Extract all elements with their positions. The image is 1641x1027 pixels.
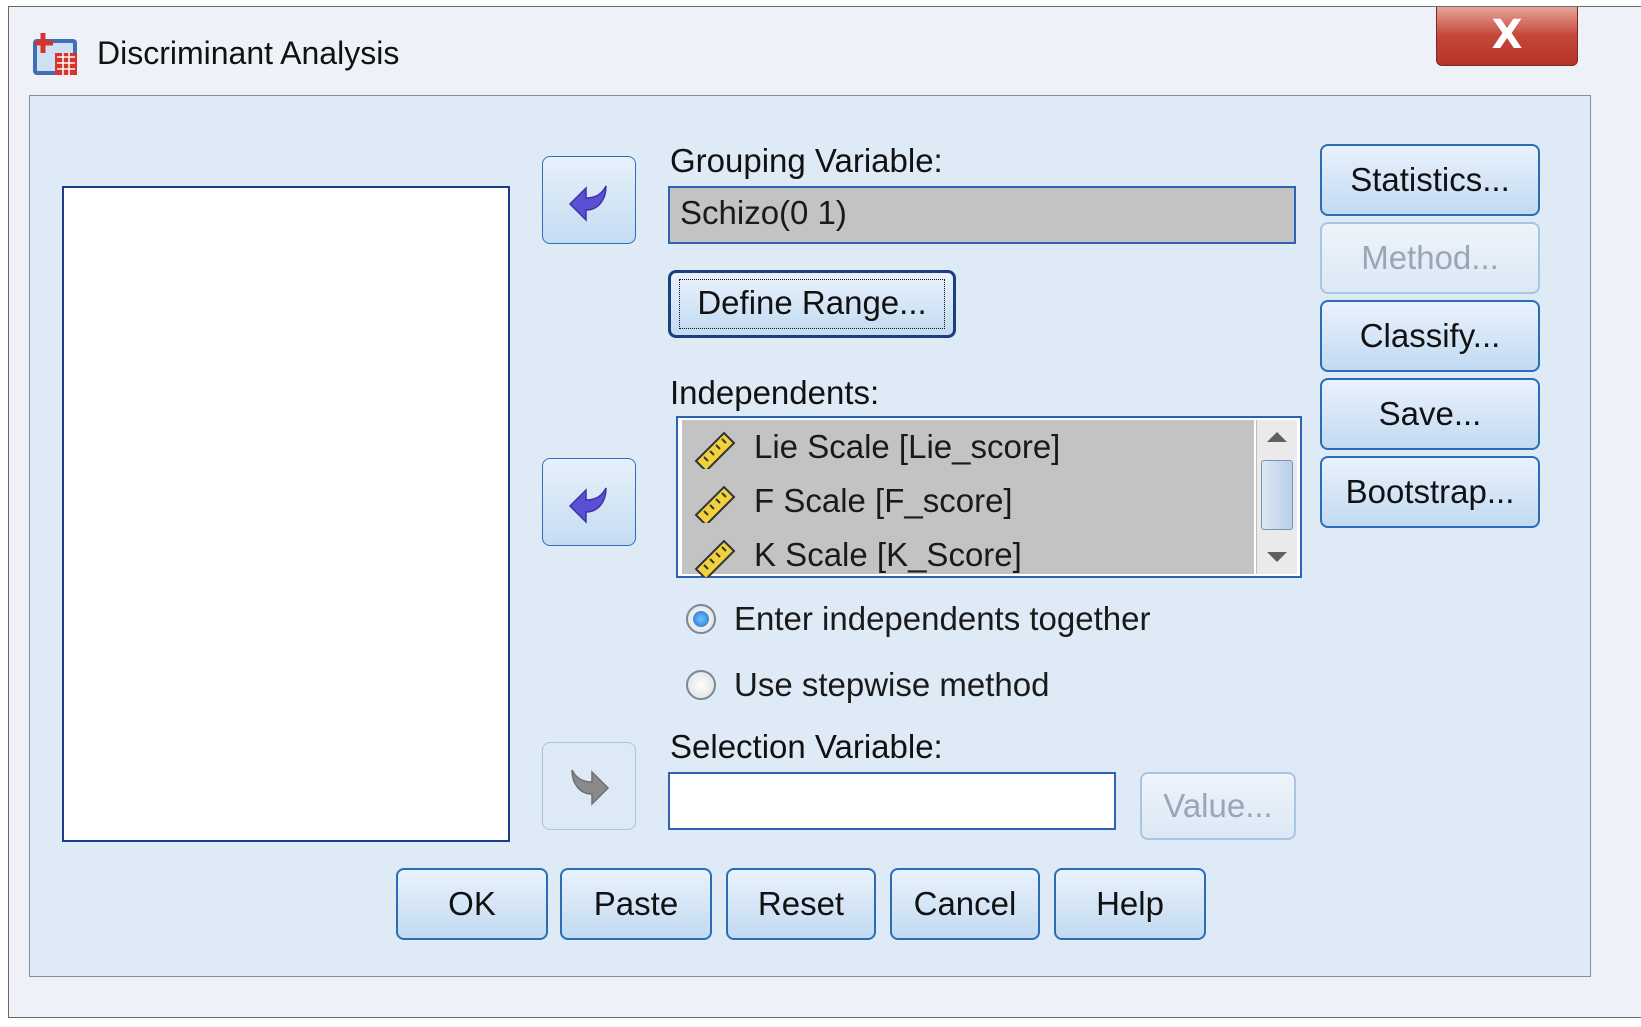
list-item[interactable]: K Scale [K_Score]: [692, 528, 1022, 582]
selection-variable-field[interactable]: [668, 772, 1116, 830]
value-button[interactable]: Value...: [1140, 772, 1296, 840]
independents-list[interactable]: Lie Scale [Lie_score] F Scale [F_score] …: [676, 416, 1302, 578]
grouping-variable-field[interactable]: Schizo(0 1): [668, 186, 1296, 244]
list-item-label: F Scale [F_score]: [754, 482, 1013, 519]
list-item-label: K Scale [K_Score]: [754, 536, 1022, 573]
reset-button[interactable]: Reset: [726, 868, 876, 940]
scale-ruler-icon: [694, 431, 736, 469]
enter-together-radio[interactable]: Enter independents together: [686, 600, 1150, 638]
spss-app-icon: [33, 33, 77, 75]
paste-button[interactable]: Paste: [560, 868, 712, 940]
window-title: Discriminant Analysis: [97, 35, 400, 71]
stepwise-radio[interactable]: Use stepwise method: [686, 666, 1049, 704]
paste-label: Paste: [593, 885, 679, 922]
enter-together-label: Enter independents together: [734, 600, 1151, 637]
method-label: Method...: [1361, 239, 1499, 276]
left-arrow-icon: [568, 487, 607, 524]
selection-variable-label: Selection Variable:: [670, 728, 943, 765]
list-item[interactable]: F Scale [F_score]: [692, 474, 1013, 528]
list-item-label: Lie Scale [Lie_score]: [754, 428, 1061, 465]
focus-ring: [679, 279, 945, 329]
bootstrap-button[interactable]: Bootstrap...: [1320, 456, 1540, 528]
independents-scrollbar[interactable]: [1256, 420, 1297, 574]
bootstrap-label: Bootstrap...: [1345, 473, 1515, 510]
cancel-label: Cancel: [913, 885, 1017, 922]
classify-label: Classify...: [1359, 317, 1501, 354]
ok-button[interactable]: OK: [396, 868, 548, 940]
reset-label: Reset: [757, 885, 845, 922]
title-bar: Discriminant Analysis X: [9, 7, 1641, 99]
source-variable-list[interactable]: [62, 186, 510, 842]
dialog-window: Discriminant Analysis X Grouping Variabl…: [8, 6, 1641, 1018]
scale-ruler-icon: [694, 539, 736, 577]
move-to-selection-button[interactable]: [542, 742, 636, 830]
classify-button[interactable]: Classify...: [1320, 300, 1540, 372]
grouping-variable-label: Grouping Variable:: [670, 142, 943, 179]
move-to-independents-button[interactable]: [542, 458, 636, 546]
define-range-button[interactable]: Define Range...: [668, 270, 956, 338]
independents-label: Independents:: [670, 374, 880, 411]
list-item[interactable]: Lie Scale [Lie_score]: [692, 420, 1060, 474]
scale-ruler-icon: [694, 485, 736, 523]
dialog-body: Grouping Variable: Schizo(0 1) Define Ra…: [29, 95, 1591, 977]
move-to-grouping-button[interactable]: [542, 156, 636, 244]
cancel-button[interactable]: Cancel: [890, 868, 1040, 940]
scroll-up-icon[interactable]: [1257, 424, 1297, 450]
independents-items: Lie Scale [Lie_score] F Scale [F_score] …: [682, 420, 1254, 577]
help-label: Help: [1096, 885, 1164, 922]
method-button[interactable]: Method...: [1320, 222, 1540, 294]
statistics-label: Statistics...: [1350, 161, 1510, 198]
value-button-label: Value...: [1163, 787, 1273, 824]
scroll-down-icon[interactable]: [1257, 544, 1297, 570]
left-arrow-icon: [568, 185, 607, 222]
close-icon: X: [1491, 12, 1523, 58]
grouping-variable-value: Schizo(0 1): [680, 194, 847, 231]
radio-unchecked-icon: [686, 670, 716, 700]
radio-checked-icon: [686, 604, 716, 634]
scroll-thumb[interactable]: [1261, 460, 1293, 530]
save-label: Save...: [1378, 395, 1482, 432]
help-button[interactable]: Help: [1054, 868, 1206, 940]
statistics-button[interactable]: Statistics...: [1320, 144, 1540, 216]
save-button[interactable]: Save...: [1320, 378, 1540, 450]
right-arrow-icon: [571, 769, 610, 806]
close-button[interactable]: X: [1436, 7, 1578, 66]
ok-label: OK: [448, 885, 496, 922]
stepwise-label: Use stepwise method: [734, 666, 1050, 703]
